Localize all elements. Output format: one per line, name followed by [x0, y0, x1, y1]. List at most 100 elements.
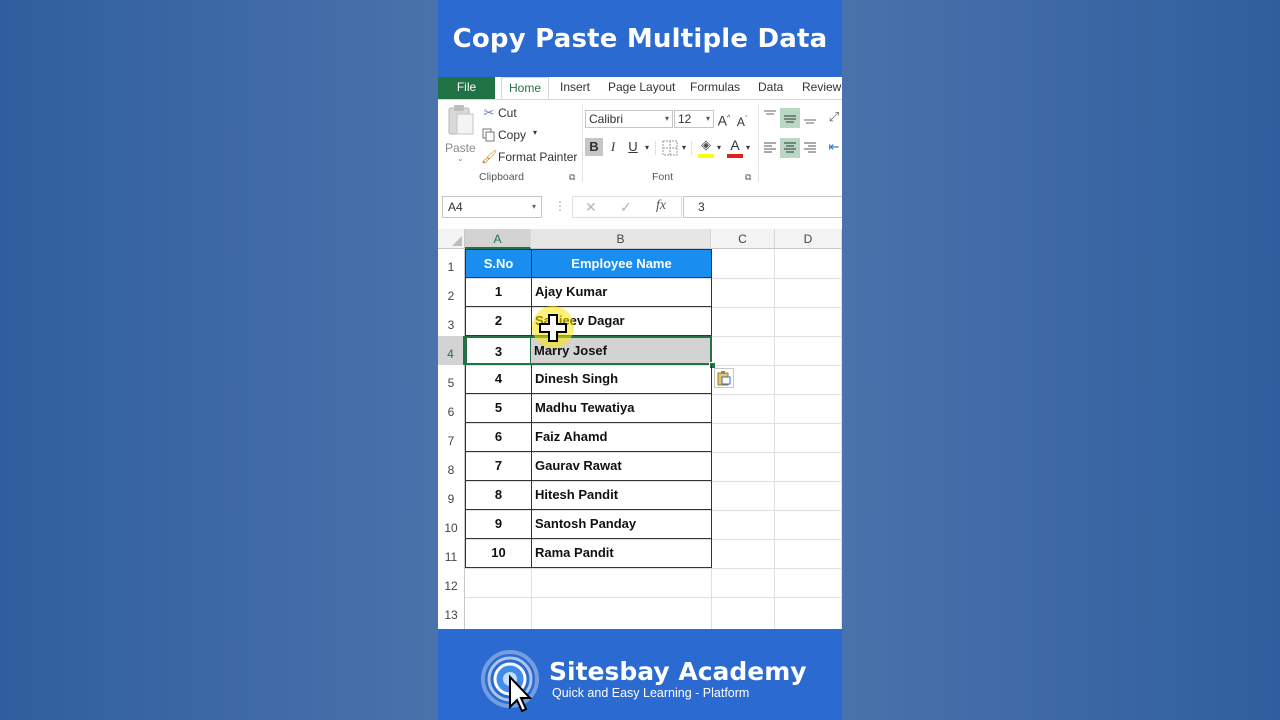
align-center-button[interactable] [780, 138, 800, 158]
select-all-corner[interactable] [438, 229, 465, 249]
row-header-2[interactable]: 2 [438, 278, 465, 307]
row-header-11[interactable]: 11 [438, 539, 465, 568]
column-header-d[interactable]: D [775, 229, 842, 249]
paste-options-button[interactable] [714, 368, 734, 388]
scissors-icon: ✂ [483, 105, 495, 120]
cell-employee-name[interactable]: Rama Pandit [531, 539, 712, 568]
tab-formulas[interactable]: Formulas [690, 77, 740, 99]
cell-employee-name[interactable]: Dinesh Singh [531, 365, 712, 394]
cell-sno[interactable]: 10 [465, 539, 532, 568]
more-options-icon[interactable]: ⋮ [554, 199, 566, 213]
clipboard-group-label: Clipboard [479, 171, 524, 183]
column-header-b[interactable]: B [531, 229, 711, 249]
cell-sno[interactable]: 2 [465, 307, 532, 336]
cell-employee-name[interactable]: Madhu Tewatiya [531, 394, 712, 423]
brand-name: Sitesbay Academy [549, 657, 807, 686]
brand-tagline: Quick and Easy Learning - Platform [552, 686, 750, 700]
paste-button[interactable]: Paste ⌄ [442, 104, 478, 164]
underline-dropdown-icon[interactable]: ▾ [643, 139, 651, 157]
cell-sno[interactable]: 7 [465, 452, 532, 481]
font-name-select[interactable]: Calibri ▾ [585, 110, 673, 128]
header-cell-employee-name[interactable]: Employee Name [531, 249, 712, 278]
row-header-12[interactable]: 12 [438, 568, 465, 597]
gridline [774, 249, 775, 629]
row-header-7[interactable]: 7 [438, 423, 465, 452]
font-color-dropdown-icon[interactable]: ▾ [744, 139, 752, 157]
cell-sno[interactable]: 9 [465, 510, 532, 539]
decrease-indent-icon[interactable]: ⇤ [826, 138, 842, 156]
underline-button[interactable]: U [626, 138, 640, 156]
cell-sno[interactable]: 6 [465, 423, 532, 452]
formula-buttons: ✕ ✓ fx [572, 196, 682, 218]
decrease-font-size-icon[interactable]: Aˇ [735, 111, 749, 131]
font-size-select[interactable]: 12 ▾ [674, 110, 714, 128]
copy-button[interactable]: Copy ▾ [481, 126, 541, 144]
cell-sno[interactable]: 8 [465, 481, 532, 510]
row-header-13[interactable]: 13 [438, 597, 465, 629]
cancel-icon[interactable]: ✕ [585, 199, 597, 216]
header-cell-sno[interactable]: S.No [465, 249, 532, 278]
worksheet-grid[interactable]: A B C D 1 2 3 4 5 6 7 8 9 10 11 12 13 S.… [438, 229, 842, 629]
tab-home[interactable]: Home [501, 77, 549, 99]
cell-employee-name[interactable]: Hitesh Pandit [531, 481, 712, 510]
paint-bucket-icon: ◈ [701, 137, 711, 152]
row-header-4[interactable]: 4 [438, 336, 465, 365]
row-header-10[interactable]: 10 [438, 510, 465, 539]
align-middle-button[interactable] [780, 108, 800, 128]
fill-color-button[interactable]: ◈ [697, 137, 715, 158]
row-header-1[interactable]: 1 [438, 249, 465, 278]
row-header-6[interactable]: 6 [438, 394, 465, 423]
align-right-icon[interactable] [802, 140, 818, 156]
align-middle-icon [784, 115, 796, 123]
cut-label: Cut [498, 106, 517, 120]
row-header-9[interactable]: 9 [438, 481, 465, 510]
cell-sno[interactable]: 4 [465, 365, 532, 394]
copy-dropdown-icon[interactable]: ▾ [533, 128, 537, 137]
tab-insert[interactable]: Insert [560, 77, 590, 99]
tab-file[interactable]: File [438, 77, 495, 99]
tab-page-layout[interactable]: Page Layout [608, 77, 675, 99]
cut-button[interactable]: ✂ Cut [481, 104, 541, 122]
align-bottom-icon[interactable] [802, 110, 818, 126]
column-header-a[interactable]: A [465, 229, 531, 249]
cell-sno[interactable]: 5 [465, 394, 532, 423]
font-size-value: 12 [678, 112, 692, 126]
cell-sno[interactable]: 1 [465, 278, 532, 307]
paintbrush-icon: 🖌 [481, 149, 498, 164]
cell-employee-name[interactable]: Faiz Ahamd [531, 423, 712, 452]
borders-dropdown-icon[interactable]: ▾ [680, 139, 688, 157]
group-divider [582, 104, 583, 182]
dialog-launcher-icon[interactable]: ⧉ [569, 172, 575, 183]
gridline [465, 597, 842, 598]
orientation-icon[interactable]: ⤢ [826, 108, 842, 126]
row-header-5[interactable]: 5 [438, 365, 465, 394]
row-header-3[interactable]: 3 [438, 307, 465, 336]
align-top-icon[interactable] [762, 108, 778, 124]
fill-color-dropdown-icon[interactable]: ▾ [715, 139, 723, 157]
cell-employee-name[interactable]: Santosh Panday [531, 510, 712, 539]
align-left-icon[interactable] [762, 140, 778, 156]
cell-employee-name[interactable]: Gaurav Rawat [531, 452, 712, 481]
row-header-8[interactable]: 8 [438, 452, 465, 481]
cell-employee-name[interactable]: Ajay Kumar [531, 278, 712, 307]
active-cell-sno[interactable]: 3 [465, 336, 532, 365]
chevron-down-icon: ⌄ [457, 154, 464, 163]
insert-function-icon[interactable]: fx [656, 198, 666, 214]
gridline [841, 249, 842, 629]
font-color-button[interactable]: A [726, 137, 744, 158]
format-painter-button[interactable]: 🖌 Format Painter [481, 148, 581, 166]
enter-icon[interactable]: ✓ [620, 199, 632, 216]
tab-review[interactable]: Review [802, 77, 841, 99]
bold-button[interactable]: B [585, 138, 603, 156]
brand-footer: Sitesbay Academy Quick and Easy Learning… [438, 629, 842, 720]
increase-font-size-icon[interactable]: A^ [717, 110, 731, 130]
name-box[interactable]: A4 ▾ [442, 196, 542, 218]
italic-button[interactable]: I [606, 138, 620, 156]
copy-icon [482, 128, 495, 142]
borders-icon[interactable] [662, 140, 678, 156]
chevron-down-icon: ▾ [531, 202, 536, 211]
tab-data[interactable]: Data [758, 77, 783, 99]
formula-input[interactable]: 3 [683, 196, 842, 218]
dialog-launcher-icon[interactable]: ⧉ [745, 172, 751, 183]
column-header-c[interactable]: C [711, 229, 775, 249]
